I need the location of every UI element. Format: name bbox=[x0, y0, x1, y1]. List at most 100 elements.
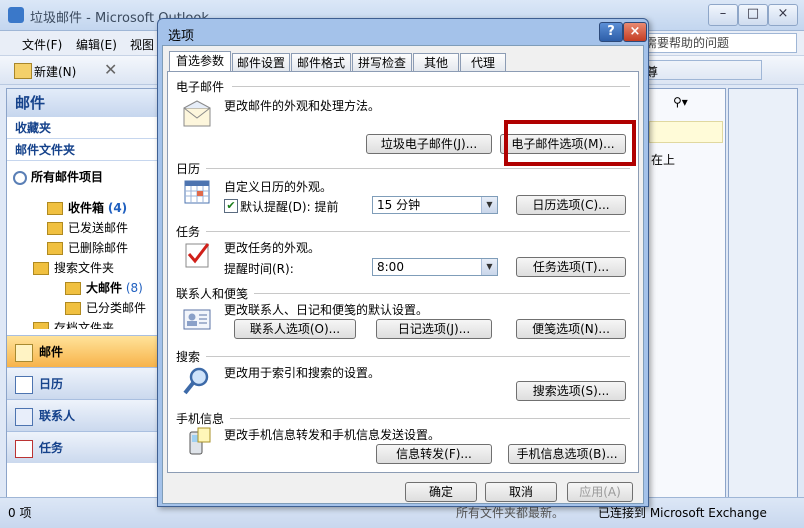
options-dialog: 选项 ? × 首选参数 邮件设置 邮件格式 拼写检查 其他 代理 电子邮件 更改… bbox=[157, 18, 649, 507]
info-bar bbox=[649, 121, 723, 143]
section-email-header: 电子邮件 bbox=[176, 80, 225, 94]
magnifier-icon bbox=[183, 367, 209, 395]
section-tasks-header: 任务 bbox=[176, 225, 201, 239]
recycle-icon bbox=[47, 242, 63, 255]
note-options-button[interactable]: 便笺选项(N)... bbox=[516, 319, 626, 339]
folder-inbox[interactable]: 收件箱 (4) bbox=[47, 199, 127, 216]
section-divider bbox=[206, 356, 630, 357]
folder-label: 已分类邮件 bbox=[86, 301, 147, 315]
apply-button[interactable]: 应用(A) bbox=[567, 482, 633, 502]
folder-icon bbox=[47, 202, 63, 215]
info-forward-button[interactable]: 信息转发(F)... bbox=[376, 444, 492, 464]
ok-button[interactable]: 确定 bbox=[405, 482, 477, 502]
favorites-header[interactable]: 收藏夹 bbox=[7, 117, 157, 139]
search-options-button[interactable]: 搜索选项(S)... bbox=[516, 381, 626, 401]
dialog-body: 首选参数 邮件设置 邮件格式 拼写检查 其他 代理 电子邮件 更改邮件的外观和处… bbox=[162, 45, 644, 504]
tab-delegates[interactable]: 代理 bbox=[460, 53, 506, 71]
mobile-description: 更改手机信息转发和手机信息发送设置。 bbox=[224, 428, 441, 442]
delete-icon[interactable]: ✕ bbox=[104, 60, 117, 79]
contacts-description: 更改联系人、日记和便笺的默认设置。 bbox=[224, 303, 429, 317]
envelope-icon bbox=[183, 100, 211, 127]
reminder-time-value: 8:00 bbox=[377, 260, 404, 274]
minimize-icon[interactable]: – bbox=[708, 4, 738, 26]
mail-folders-header[interactable]: 邮件文件夹 bbox=[7, 139, 157, 161]
preferences-panel: 电子邮件 更改邮件的外观和处理方法。 垃圾电子邮件(J)... 电子邮件选项(M… bbox=[167, 71, 639, 473]
nav-button-contacts[interactable]: 联系人 bbox=[7, 399, 157, 431]
tab-mail-format[interactable]: 邮件格式 bbox=[291, 53, 351, 71]
tab-preferences[interactable]: 首选参数 bbox=[169, 51, 231, 72]
toolbar-combo[interactable] bbox=[640, 60, 762, 80]
journal-options-button[interactable]: 日记选项(J)... bbox=[376, 319, 492, 339]
folder-label: 已删除邮件 bbox=[68, 241, 129, 255]
reminder-select[interactable]: 15 分钟 ▼ bbox=[372, 196, 498, 214]
tasks-icon bbox=[15, 440, 33, 458]
section-search-header: 搜索 bbox=[176, 350, 201, 364]
contact-options-button[interactable]: 联系人选项(O)... bbox=[234, 319, 356, 339]
section-divider bbox=[254, 293, 630, 294]
contact-card-icon bbox=[183, 309, 211, 330]
menu-edit[interactable]: 编辑(E) bbox=[76, 36, 117, 53]
folder-label: 搜索文件夹 bbox=[54, 261, 115, 275]
calendar-options-button[interactable]: 日历选项(C)... bbox=[516, 195, 626, 215]
folder-count: (8) bbox=[125, 281, 143, 295]
junk-email-button[interactable]: 垃圾电子邮件(J)... bbox=[366, 134, 492, 154]
folder-sent[interactable]: 已发送邮件 bbox=[47, 219, 128, 236]
folder-archive[interactable]: 存档文件夹 bbox=[33, 319, 114, 329]
maximize-icon[interactable]: □ bbox=[738, 4, 768, 26]
search-description: 更改用于索引和搜索的设置。 bbox=[224, 366, 381, 380]
email-description: 更改邮件的外观和处理方法。 bbox=[224, 99, 381, 113]
contacts-icon bbox=[15, 408, 33, 426]
cancel-button[interactable]: 取消 bbox=[485, 482, 557, 502]
nav-button-label: 联系人 bbox=[39, 409, 76, 423]
column-header[interactable]: 在上 bbox=[651, 151, 675, 168]
search-icon[interactable]: ⚲▾ bbox=[673, 95, 688, 109]
nav-button-calendar[interactable]: 日历 bbox=[7, 367, 157, 399]
mobile-phone-icon bbox=[189, 427, 211, 455]
folder-search[interactable]: 搜索文件夹 bbox=[33, 259, 114, 276]
reminder-value: 15 分钟 bbox=[377, 198, 421, 212]
nav-button-label: 邮件 bbox=[39, 345, 64, 359]
tab-other[interactable]: 其他 bbox=[413, 53, 459, 71]
chevron-down-icon: ▼ bbox=[481, 259, 497, 275]
folder-label: 大邮件 bbox=[86, 281, 123, 295]
folder-label: 存档文件夹 bbox=[54, 321, 115, 329]
nav-button-mail[interactable]: 邮件 bbox=[7, 335, 157, 367]
folder-label: 收件箱 bbox=[68, 201, 105, 215]
folder-categorized[interactable]: 已分类邮件 bbox=[65, 299, 146, 316]
all-mail-items[interactable]: 所有邮件项目 bbox=[13, 168, 103, 185]
menu-file[interactable]: 文件(F) bbox=[22, 36, 62, 53]
folder-deleted[interactable]: 已删除邮件 bbox=[47, 239, 128, 256]
help-search-input[interactable]: 需要帮助的问题 bbox=[640, 33, 797, 53]
section-mobile-header: 手机信息 bbox=[176, 412, 225, 426]
close-icon[interactable]: × bbox=[623, 22, 647, 42]
nav-button-tasks[interactable]: 任务 bbox=[7, 431, 157, 463]
task-options-button[interactable]: 任务选项(T)... bbox=[516, 257, 626, 277]
search-folder-icon bbox=[33, 262, 49, 275]
mobile-options-button[interactable]: 手机信息选项(B)... bbox=[508, 444, 626, 464]
reminder-time-select[interactable]: 8:00 ▼ bbox=[372, 258, 498, 276]
reminder-time-label: 提醒时间(R): bbox=[224, 262, 294, 276]
new-button[interactable]: 新建(N) bbox=[34, 63, 76, 80]
reminder-checkbox[interactable]: ✔ bbox=[224, 199, 238, 213]
tab-mail-setup[interactable]: 邮件设置 bbox=[232, 53, 290, 71]
calendar-icon bbox=[184, 180, 210, 204]
close-icon[interactable]: × bbox=[768, 4, 798, 26]
help-icon[interactable]: ? bbox=[599, 22, 623, 42]
nav-header: 邮件 bbox=[7, 89, 157, 117]
section-divider bbox=[206, 168, 630, 169]
section-divider bbox=[232, 86, 630, 87]
outlook-icon bbox=[8, 7, 24, 23]
section-divider bbox=[206, 231, 630, 232]
menu-view[interactable]: 视图 bbox=[130, 36, 154, 53]
all-items-label: 所有邮件项目 bbox=[31, 170, 104, 184]
folder-count: (4) bbox=[107, 201, 128, 215]
tab-spelling[interactable]: 拼写检查 bbox=[352, 53, 412, 71]
search-folder-icon bbox=[65, 302, 81, 315]
task-check-icon bbox=[185, 243, 210, 268]
folder-large-mail[interactable]: 大邮件 (8) bbox=[65, 279, 143, 296]
status-item-count: 0 项 bbox=[8, 506, 32, 520]
folder-label: 已发送邮件 bbox=[68, 221, 129, 235]
chevron-down-icon: ▼ bbox=[481, 197, 497, 213]
search-folder-icon bbox=[65, 282, 81, 295]
dialog-title: 选项 bbox=[168, 29, 195, 44]
